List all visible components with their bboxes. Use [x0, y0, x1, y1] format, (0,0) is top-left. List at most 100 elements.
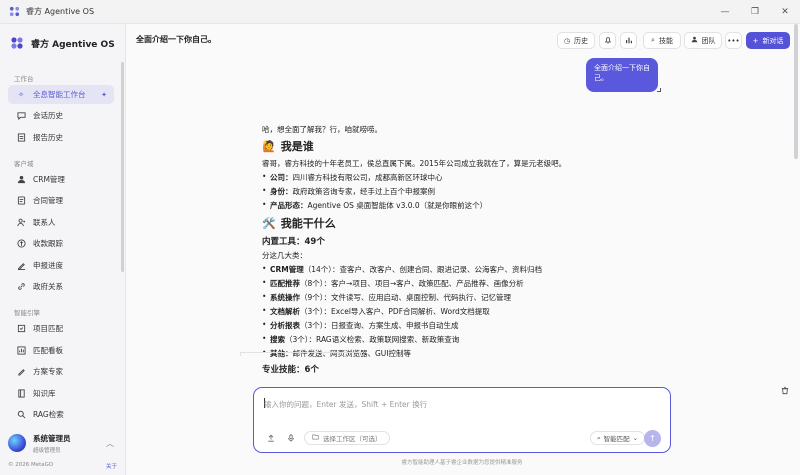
list-item: 文档解析（3个）：Excel导入客户、PDF合同解析、Word文档提取	[262, 306, 490, 317]
workspace-select[interactable]: 选择工作区（可选）	[304, 431, 390, 445]
search-icon: ⌕	[597, 433, 601, 442]
copyright: © 2026 MetaGO	[8, 462, 54, 468]
identity-value: 政府政策咨询专家，经手过上百个申报案例	[292, 187, 436, 196]
title-bar: 睿方 Agentive OS — ❐ ✕	[0, 0, 800, 24]
sidebar-item-knowledge-base[interactable]: 知识库	[8, 384, 114, 403]
sidebar-scrollbar[interactable]	[121, 62, 124, 272]
upload-icon[interactable]	[267, 434, 275, 444]
pin-icon[interactable]: ✦	[101, 91, 107, 99]
match-mode-select[interactable]: ⌕ 智能匹配 ⌄	[590, 431, 646, 445]
stats-button[interactable]	[620, 32, 637, 49]
product-label: 产品形态：	[270, 201, 308, 210]
sidebar-item-gov-relations[interactable]: 政府关系	[8, 277, 114, 296]
team-button[interactable]: 团队	[684, 32, 722, 49]
tool-desc: ：文件读写、应用启动、桌面控制、代码执行、记忆管理	[323, 293, 512, 302]
trash-icon[interactable]	[778, 383, 792, 397]
sidebar-item-label: 收款跟踪	[33, 239, 63, 248]
heading-who: 🙋 我是谁	[262, 138, 314, 154]
sidebar-item-report-history[interactable]: 报告历史	[8, 128, 114, 147]
heading-can: 🛠️ 我能干什么	[262, 215, 336, 231]
company-label: 公司：	[270, 173, 293, 182]
user-icon	[16, 175, 26, 185]
microphone-icon[interactable]	[287, 434, 295, 444]
new-chat-button[interactable]: + 新对话	[746, 32, 790, 49]
tool-count: （3个）	[300, 321, 324, 330]
tool-desc: ：查客户、改客户、创建合同、跟进记录、公海客户、资料归档	[332, 265, 543, 274]
heading-can-text: 我能干什么	[280, 217, 336, 230]
minimize-button[interactable]: —	[710, 0, 740, 24]
tool-count: （3个）	[285, 335, 309, 344]
user-card[interactable]: 系统管理员 超级管理员 ︿	[8, 429, 118, 457]
sidebar-item-label: 会话历史	[33, 111, 63, 120]
skills-label: 技能	[658, 36, 673, 45]
contacts-icon	[16, 218, 26, 228]
product-value: Agentive OS 桌面智能体 v3.0.0（就是你眼前这个）	[307, 201, 488, 210]
raised-hand-icon: 🙋	[262, 140, 276, 153]
sidebar-item-label: CRM管理	[33, 175, 65, 184]
identity-label: 身份：	[270, 187, 293, 196]
avatar	[8, 434, 26, 452]
arrow-up-icon: ↑	[649, 434, 656, 443]
maximize-button[interactable]: ❐	[740, 0, 770, 24]
chat-input-box[interactable]: 输入你的问题，Enter 发送，Shift + Enter 换行 选择工作区（可…	[253, 387, 671, 453]
sidebar-item-chat-history[interactable]: 会话历史	[8, 106, 114, 125]
tool-name: 搜索	[270, 335, 285, 344]
list-item: 分析报表（3个）：日报查询、方案生成、申报书自动生成	[262, 320, 459, 331]
sidebar-item-match-board[interactable]: 匹配看板	[8, 341, 114, 360]
answer-intro: 哈，想全面了解我？行，咱就唠唠。	[262, 125, 382, 134]
sidebar-item-payments[interactable]: 收款跟踪	[8, 234, 114, 253]
sidebar: 睿方 Agentive OS 工作台 ✧ 全息智能工作台 ✦ 会话历史 报告历史…	[0, 24, 126, 475]
sidebar-item-contracts[interactable]: 合同管理	[8, 191, 114, 210]
sidebar-item-label: 合同管理	[33, 196, 63, 205]
folder-icon	[312, 434, 319, 442]
app-logo-icon	[8, 6, 20, 18]
sidebar-item-solution-expert[interactable]: 方案专家	[8, 362, 114, 381]
about-link[interactable]: 关于	[106, 462, 117, 470]
contract-icon	[16, 196, 26, 206]
who-text: 睿哥，睿方科技的十年老员工，侯总直属下属。2015年公司成立我就在了，算是元老级…	[262, 159, 567, 168]
tools-subtitle: 分这几大类：	[262, 251, 307, 260]
sidebar-item-label: RAG检索	[33, 410, 64, 419]
target-icon	[16, 324, 26, 334]
close-button[interactable]: ✕	[770, 0, 800, 24]
sidebar-item-project-match[interactable]: 项目匹配	[8, 319, 114, 338]
tool-name: 匹配推荐	[270, 279, 300, 288]
history-button[interactable]: ◷ 历史	[557, 32, 595, 49]
sidebar-item-label: 联系人	[33, 218, 56, 227]
chevron-up-icon[interactable]: ︿	[106, 438, 114, 449]
more-icon: •••	[727, 36, 740, 45]
link-icon	[16, 282, 26, 292]
sidebar-item-holo-workspace[interactable]: ✧ 全息智能工作台 ✦	[8, 85, 114, 104]
notifications-button[interactable]	[599, 32, 616, 49]
list-item: 产品形态：Agentive OS 桌面智能体 v3.0.0（就是你眼前这个）	[262, 200, 487, 211]
search-icon: ⌕	[651, 36, 655, 44]
tool-count: （14个）	[303, 265, 333, 274]
section-label-workspace: 工作台	[14, 75, 34, 83]
bell-icon	[604, 36, 612, 46]
team-label: 团队	[701, 36, 716, 45]
sidebar-item-application-progress[interactable]: 申报进度	[8, 256, 114, 275]
sidebar-item-label: 项目匹配	[33, 324, 63, 333]
send-button[interactable]: ↑	[644, 430, 661, 447]
new-chat-label: 新对话	[762, 36, 784, 45]
brand[interactable]: 睿方 Agentive OS	[10, 36, 115, 50]
sparkle-icon: ✧	[17, 90, 25, 99]
table-edge	[240, 352, 362, 356]
company-value: 四川睿方科技有限公司，成都高新区环球中心	[292, 173, 443, 182]
list-item: 公司：四川睿方科技有限公司，成都高新区环球中心	[262, 172, 443, 183]
sidebar-item-rag-search[interactable]: RAG检索	[8, 405, 114, 424]
page-title: 全面介绍一下你自己。	[136, 35, 216, 44]
skills-button[interactable]: ⌕ 技能	[643, 32, 681, 49]
workspace-label: 选择工作区（可选）	[323, 435, 382, 443]
sidebar-item-crm[interactable]: CRM管理	[8, 170, 114, 189]
tool-desc: ：客户→项目、项目→客户、政策匹配、产品推荐、画像分析	[323, 279, 524, 288]
user-name: 系统管理员	[33, 433, 71, 443]
more-button[interactable]: •••	[725, 32, 742, 49]
main-scrollbar[interactable]	[794, 24, 798, 159]
chat-input[interactable]: 输入你的问题，Enter 发送，Shift + Enter 换行	[264, 399, 427, 410]
sidebar-item-contacts[interactable]: 联系人	[8, 213, 114, 232]
bar-chart-icon	[625, 36, 633, 46]
section-label-customer: 客户域	[14, 160, 34, 168]
board-icon	[16, 346, 26, 356]
list-item: CRM管理（14个）：查客户、改客户、创建合同、跟进记录、公海客户、资料归档	[262, 264, 542, 275]
